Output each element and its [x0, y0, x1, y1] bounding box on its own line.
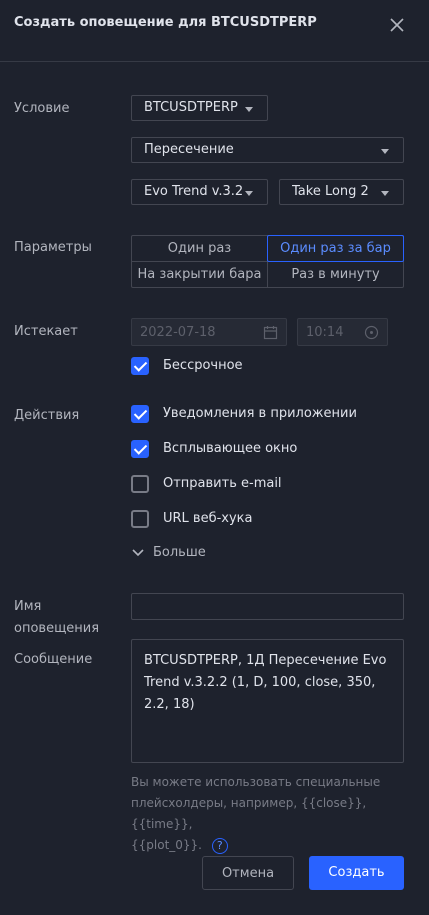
email-checkbox[interactable] [131, 475, 149, 493]
calendar-icon [263, 325, 278, 344]
params-label: Параметры [14, 240, 92, 255]
option-bar-close[interactable]: На закрытии бара [132, 262, 268, 288]
plot-value: Take Long 2 [292, 184, 369, 199]
app-notification-label: Уведомления в приложении [163, 406, 357, 421]
unlimited-checkbox[interactable] [131, 357, 149, 375]
option-once-per-minute[interactable]: Раз в минуту [268, 262, 403, 288]
alert-name-label-line2: оповещения [14, 621, 100, 636]
indicator-select[interactable]: Evo Trend v.3.2... [131, 179, 268, 205]
chevron-down-icon [381, 191, 389, 196]
symbol-select[interactable]: BTCUSDTPERP [131, 95, 268, 121]
message-value: BTCUSDTPERP, 1Д Пересечение Evo Trend v.… [144, 653, 387, 712]
operator-select[interactable]: Пересечение [131, 137, 404, 163]
message-label: Сообщение [14, 652, 93, 667]
expires-label: Истекает [14, 324, 78, 339]
option-once-per-bar[interactable]: Один раз за бар [267, 235, 404, 262]
indicator-value: Evo Trend v.3.2... [144, 184, 242, 199]
expiry-time-field[interactable]: 10:14 [297, 318, 388, 346]
symbol-value: BTCUSDTPERP [144, 100, 238, 115]
popup-checkbox[interactable] [131, 440, 149, 458]
email-label: Отправить e-mail [163, 476, 282, 491]
cancel-button[interactable]: Отмена [202, 856, 294, 890]
webhook-label: URL веб-хука [163, 511, 253, 526]
option-once[interactable]: Один раз [132, 236, 268, 262]
dialog-header: Создать оповещение для BTCUSDTPERP [0, 0, 429, 62]
chevron-down-icon [131, 546, 145, 564]
actions-label: Действия [14, 408, 80, 423]
alert-name-input[interactable] [131, 593, 404, 620]
app-notification-checkbox[interactable] [131, 405, 149, 423]
help-icon[interactable]: ? [211, 837, 228, 854]
create-button[interactable]: Создать [309, 856, 404, 890]
hint-line: плейсхолдеры, например, {{close}}, {{tim… [131, 796, 367, 831]
chevron-down-icon [381, 149, 389, 154]
chevron-down-icon [245, 107, 253, 112]
plot-select[interactable]: Take Long 2 [279, 179, 404, 205]
webhook-checkbox[interactable] [131, 510, 149, 528]
frequency-segmented-control: Один раз Один раз за бар На закрытии бар… [131, 235, 404, 288]
hint-line: {{plot_0}}. [131, 838, 202, 852]
message-hint: Вы можете использовать специальные плейс… [131, 772, 411, 856]
chevron-down-icon [245, 191, 253, 196]
hint-line: Вы можете использовать специальные [131, 775, 381, 789]
operator-value: Пересечение [144, 142, 234, 157]
message-textarea[interactable]: BTCUSDTPERP, 1Д Пересечение Evo Trend v.… [131, 639, 404, 763]
more-label: Больше [153, 545, 206, 560]
expiry-date-field[interactable]: 2022-07-18 [131, 318, 287, 346]
condition-label: Условие [14, 101, 70, 116]
expiry-date-value: 2022-07-18 [140, 325, 216, 340]
expiry-time-value: 10:14 [306, 325, 344, 340]
alert-name-label-line1: Имя [14, 599, 42, 614]
clock-icon [364, 325, 379, 344]
unlimited-label: Бессрочное [163, 358, 243, 373]
popup-label: Всплывающее окно [163, 441, 298, 456]
dialog-title: Создать оповещение для BTCUSDTPERP [14, 15, 317, 30]
close-icon[interactable] [386, 14, 408, 36]
